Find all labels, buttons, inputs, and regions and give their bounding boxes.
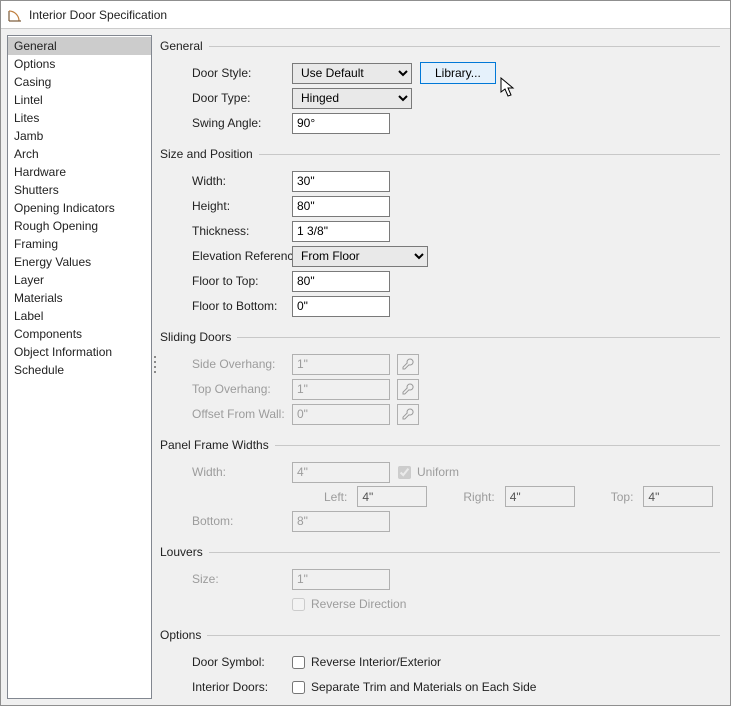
label-height: Height: (160, 199, 292, 213)
group-sliding-doors: Sliding Doors Side Overhang: Top Overhan… (160, 330, 720, 428)
label-width: Width: (160, 174, 292, 188)
top-overhang-input (292, 379, 390, 400)
row-door-style: Door Style: Use Default Library... (160, 62, 720, 84)
label-pf-bottom: Bottom: (160, 514, 292, 528)
sidebar-item-rough-opening[interactable]: Rough Opening (8, 217, 151, 235)
thickness-input[interactable] (292, 221, 390, 242)
reverse-ie-checkbox[interactable] (292, 656, 305, 669)
label-floor-bottom: Floor to Bottom: (160, 299, 292, 313)
door-arc-icon (7, 7, 23, 23)
pf-width-input (292, 462, 390, 483)
library-button[interactable]: Library... (420, 62, 496, 84)
separate-trim-label: Separate Trim and Materials on Each Side (311, 680, 536, 694)
label-top-overhang: Top Overhang: (160, 382, 292, 396)
group-legend-size: Size and Position (160, 147, 259, 161)
sidebar-item-materials[interactable]: Materials (8, 289, 151, 307)
sidebar-item-arch[interactable]: Arch (8, 145, 151, 163)
label-pf-width: Width: (160, 465, 292, 479)
pf-bottom-input (292, 511, 390, 532)
separate-trim-wrap[interactable]: Separate Trim and Materials on Each Side (292, 680, 536, 694)
group-size-position: Size and Position Width: Height: Thickne… (160, 147, 720, 320)
uniform-checkbox (398, 466, 411, 479)
uniform-checkbox-wrap: Uniform (398, 465, 459, 479)
group-legend-sliding: Sliding Doors (160, 330, 237, 344)
label-thickness: Thickness: (160, 224, 292, 238)
side-overhang-input (292, 354, 390, 375)
pf-top-input (643, 486, 713, 507)
sidebar-item-framing[interactable]: Framing (8, 235, 151, 253)
louver-size-input (292, 569, 390, 590)
reverse-ie-label: Reverse Interior/Exterior (311, 655, 441, 669)
sidebar-item-options[interactable]: Options (8, 55, 151, 73)
pf-right-input (505, 486, 575, 507)
group-options: Options Door Symbol: Reverse Interior/Ex… (160, 628, 720, 701)
titlebar: Interior Door Specification (1, 1, 730, 29)
label-side-overhang: Side Overhang: (160, 357, 292, 371)
sidebar-item-layer[interactable]: Layer (8, 271, 151, 289)
sidebar-item-lites[interactable]: Lites (8, 109, 151, 127)
label-door-type: Door Type: (160, 91, 292, 105)
dialog-body: GeneralOptionsCasingLintelLitesJambArchH… (1, 29, 730, 705)
group-general: General Door Style: Use Default Library.… (160, 39, 720, 137)
group-legend-options: Options (160, 628, 207, 642)
properties-panel: General Door Style: Use Default Library.… (158, 29, 730, 705)
door-style-select[interactable]: Use Default (292, 63, 412, 84)
pf-left-input (357, 486, 427, 507)
sidebar-item-schedule[interactable]: Schedule (8, 361, 151, 379)
label-door-style: Door Style: (160, 66, 292, 80)
sidebar-item-object-information[interactable]: Object Information (8, 343, 151, 361)
label-door-symbol: Door Symbol: (160, 655, 292, 669)
group-panel-frame: Panel Frame Widths Width: Uniform Left: … (160, 438, 720, 535)
wrench-icon (397, 404, 419, 425)
label-swing-angle: Swing Angle: (160, 116, 292, 130)
sidebar-item-components[interactable]: Components (8, 325, 151, 343)
row-door-type: Door Type: Hinged (160, 87, 720, 109)
sidebar-item-shutters[interactable]: Shutters (8, 181, 151, 199)
label-pf-right: Right: (463, 490, 494, 504)
swing-angle-input[interactable] (292, 113, 390, 134)
label-pf-top: Top: (611, 490, 634, 504)
separate-trim-checkbox[interactable] (292, 681, 305, 694)
sidebar-item-energy-values[interactable]: Energy Values (8, 253, 151, 271)
label-louver-size: Size: (160, 572, 292, 586)
sidebar-item-general[interactable]: General (8, 37, 151, 55)
wrench-icon (397, 379, 419, 400)
dialog-window: Interior Door Specification GeneralOptio… (0, 0, 731, 706)
splitter-grip-icon (153, 353, 157, 381)
sidebar-item-lintel[interactable]: Lintel (8, 91, 151, 109)
label-interior-doors: Interior Doors: (160, 680, 292, 694)
row-swing-angle: Swing Angle: (160, 112, 720, 134)
elevation-reference-select[interactable]: From Floor (292, 246, 428, 267)
sidebar-item-hardware[interactable]: Hardware (8, 163, 151, 181)
row-pf-lrt: Left: Right: Top: (324, 486, 720, 507)
group-louvers: Louvers Size: Reverse Direction (160, 545, 720, 618)
group-legend-panel: Panel Frame Widths (160, 438, 275, 452)
floor-to-bottom-input[interactable] (292, 296, 390, 317)
sidebar-item-label[interactable]: Label (8, 307, 151, 325)
reverse-direction-checkbox (292, 598, 305, 611)
reverse-ie-wrap[interactable]: Reverse Interior/Exterior (292, 655, 441, 669)
sidebar-item-opening-indicators[interactable]: Opening Indicators (8, 199, 151, 217)
reverse-direction-wrap: Reverse Direction (292, 597, 406, 611)
sidebar-item-jamb[interactable]: Jamb (8, 127, 151, 145)
floor-to-top-input[interactable] (292, 271, 390, 292)
group-legend-general: General (160, 39, 209, 53)
width-input[interactable] (292, 171, 390, 192)
group-legend-louvers: Louvers (160, 545, 209, 559)
door-type-select[interactable]: Hinged (292, 88, 412, 109)
label-elev-ref: Elevation Reference: (160, 249, 292, 263)
height-input[interactable] (292, 196, 390, 217)
reverse-direction-label: Reverse Direction (311, 597, 406, 611)
category-list[interactable]: GeneralOptionsCasingLintelLitesJambArchH… (7, 35, 152, 699)
label-pf-left: Left: (324, 490, 347, 504)
label-floor-top: Floor to Top: (160, 274, 292, 288)
label-offset-wall: Offset From Wall: (160, 407, 292, 421)
splitter[interactable] (152, 29, 158, 705)
offset-from-wall-input (292, 404, 390, 425)
uniform-label: Uniform (417, 465, 459, 479)
sidebar-item-casing[interactable]: Casing (8, 73, 151, 91)
window-title: Interior Door Specification (29, 8, 167, 22)
wrench-icon (397, 354, 419, 375)
